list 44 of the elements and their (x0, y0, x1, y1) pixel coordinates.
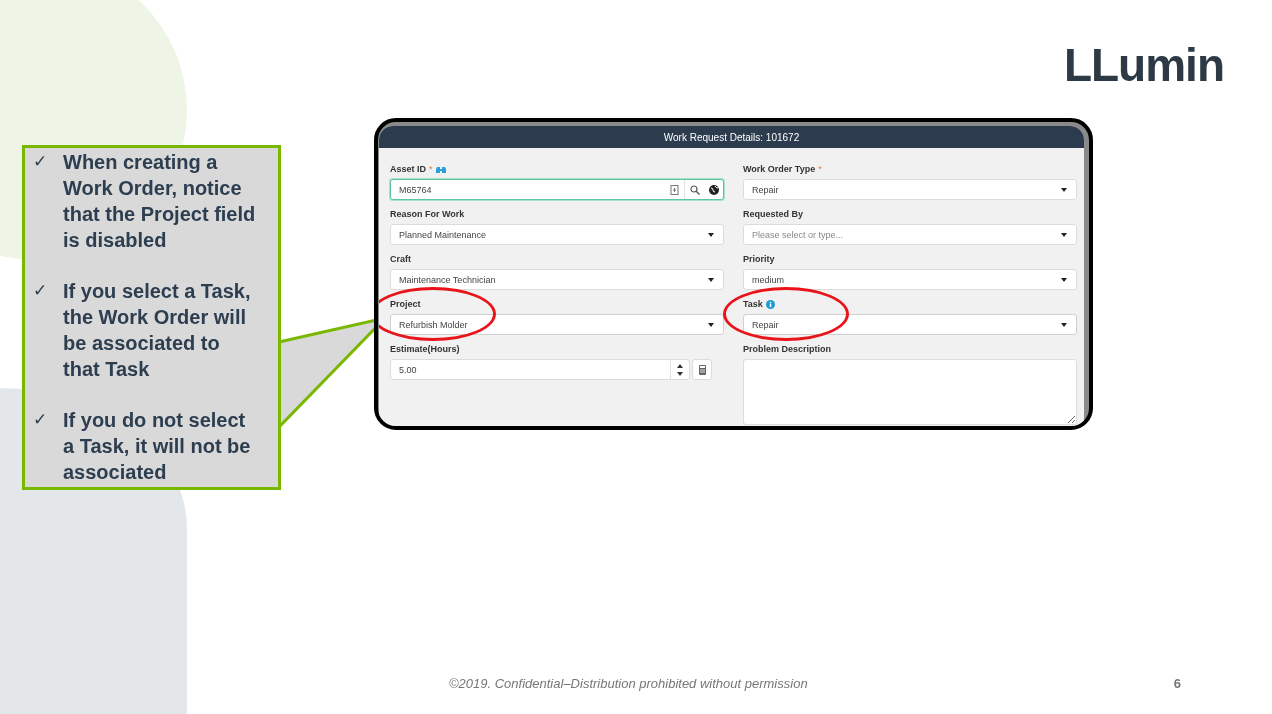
field-label: Task (743, 299, 763, 309)
check-mark: ✓ (33, 280, 48, 302)
page-number: 6 (1173, 675, 1181, 691)
required-mark: * (429, 164, 433, 174)
caret-icon (708, 322, 714, 327)
caret-icon (1061, 277, 1067, 282)
field-label: Project (390, 299, 421, 309)
dropdown-field[interactable]: Repair (743, 179, 1077, 200)
caret-icon (708, 232, 714, 237)
dropdown-field[interactable]: Please select or type... (743, 224, 1077, 245)
callout-text: If you do not select a Task, it will not be associated (63, 408, 252, 485)
caret-icon (1061, 187, 1067, 192)
field-label: Asset ID (390, 164, 426, 174)
required-mark: * (818, 164, 822, 174)
field-label: Requested By (743, 209, 804, 219)
check-mark: ✓ (33, 409, 48, 431)
document-icon[interactable] (670, 184, 679, 195)
globe-icon[interactable] (708, 184, 719, 195)
callout-text: If you select a Task, the Work Order will be associated to that Task (63, 279, 252, 382)
number-field[interactable]: 5.00 (390, 359, 690, 380)
check-mark: ✓ (33, 151, 48, 173)
dropdown-field[interactable]: Planned Maintenance (390, 224, 724, 245)
field-label: Priority (743, 254, 775, 264)
dropdown-field[interactable]: Maintenance Technician (390, 269, 724, 290)
search-icon[interactable] (689, 184, 700, 195)
field-label: Reason For Work (390, 209, 465, 219)
caret-icon (708, 277, 714, 282)
field-label: Estimate(Hours) (390, 344, 460, 354)
dropdown-field[interactable]: Repair (743, 314, 1077, 335)
caret-icon (1061, 232, 1067, 237)
caret-icon (1061, 322, 1067, 327)
info-icon[interactable] (765, 299, 775, 309)
field-label: Work Order Type (743, 164, 816, 174)
dropdown-field[interactable]: Refurbish Molder (390, 314, 724, 335)
calculator-button[interactable] (692, 359, 712, 380)
field-label: Craft (390, 254, 411, 264)
binoculars-icon[interactable] (435, 164, 446, 174)
description-field[interactable] (743, 359, 1077, 425)
copyright-text: ©2019. Confidential–Distribution prohibited without permission (449, 675, 808, 691)
field-label: Problem Description (743, 344, 832, 354)
callout-text: When creating a Work Order, notice that the Project field is disabled (63, 150, 257, 253)
window-title: Work Request Details: 101672 (379, 126, 1084, 148)
asset-id-field[interactable]: M65764 (390, 179, 724, 200)
dropdown-field[interactable]: medium (743, 269, 1077, 290)
